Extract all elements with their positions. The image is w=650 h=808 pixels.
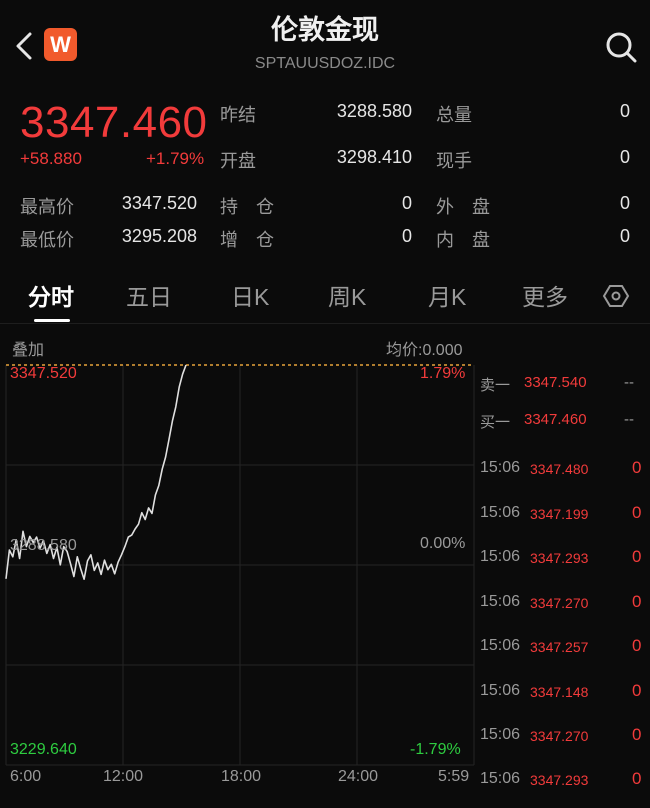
chart-tab-bar: 分时 五日 日K 周K 月K 更多 bbox=[0, 268, 650, 324]
search-icon bbox=[606, 32, 637, 63]
tick-volume: 0 bbox=[632, 769, 642, 788]
overlay-button[interactable]: 叠加 bbox=[12, 336, 44, 360]
tick-volume: 0 bbox=[632, 547, 642, 566]
tick-volume: 0 bbox=[632, 503, 642, 522]
search-button[interactable] bbox=[602, 28, 640, 66]
chart-high-price: 3347.520 bbox=[10, 365, 77, 382]
outer-volume-label: 外 盘 bbox=[436, 197, 490, 217]
chart-mid-percent: 0.00% bbox=[420, 535, 466, 552]
hexagon-settings-icon bbox=[602, 285, 630, 307]
tick-price: 3347.480 bbox=[530, 461, 589, 477]
time-tick-label: 24:00 bbox=[338, 768, 379, 785]
tick-price: 3347.199 bbox=[530, 506, 589, 522]
page-title: 伦敦金现 bbox=[271, 15, 379, 45]
inner-volume-value: 0 bbox=[619, 226, 630, 246]
open-value: 3298.410 bbox=[336, 147, 412, 167]
low-label: 最低价 bbox=[20, 230, 74, 250]
tick-volume: 0 bbox=[632, 592, 642, 611]
ask-volume: -- bbox=[624, 374, 634, 391]
instrument-code: SPTAUUSDOZ.IDC bbox=[254, 55, 396, 72]
high-value: 3347.520 bbox=[121, 193, 197, 213]
tick-price: 3347.293 bbox=[530, 772, 589, 788]
tab-daily-k[interactable]: 日K bbox=[231, 278, 269, 312]
tick-price: 3347.148 bbox=[530, 684, 589, 700]
chart-low-price: 3229.640 bbox=[10, 741, 77, 758]
tick-volume: 0 bbox=[632, 458, 642, 477]
last-price: 3347.460 bbox=[20, 98, 208, 147]
tick-time: 15:06 bbox=[480, 593, 521, 610]
inner-volume-label: 内 盘 bbox=[436, 230, 490, 250]
tab-weekly-k[interactable]: 周K bbox=[328, 278, 366, 312]
ask-label: 卖一 bbox=[480, 377, 511, 394]
prev-settle-value: 3288.580 bbox=[336, 101, 412, 121]
tick-time: 15:06 bbox=[480, 682, 521, 699]
average-price-label: 均价:0.000 bbox=[386, 342, 463, 359]
oi-change-value: 0 bbox=[401, 226, 412, 246]
prev-settle-label: 昨结 bbox=[220, 105, 256, 125]
ask-price: 3347.540 bbox=[524, 374, 587, 391]
time-tick-label: 6:00 bbox=[10, 768, 42, 785]
header-bar: W 伦敦金现 SPTAUUSDOZ.IDC bbox=[0, 0, 650, 86]
bid-volume: -- bbox=[624, 411, 634, 428]
active-tab-indicator bbox=[34, 319, 70, 322]
total-volume-label: 总量 bbox=[436, 105, 472, 125]
current-hand-value: 0 bbox=[619, 147, 630, 167]
intraday-chart[interactable] bbox=[0, 358, 476, 770]
tick-price: 3347.293 bbox=[530, 550, 589, 566]
current-hand-label: 现手 bbox=[436, 151, 472, 171]
low-value: 3295.208 bbox=[121, 226, 197, 246]
tick-time: 15:06 bbox=[480, 459, 521, 476]
tab-intraday[interactable]: 分时 bbox=[28, 278, 74, 312]
chart-mid-price: 3288.580 bbox=[10, 537, 77, 554]
tab-more[interactable]: 更多 bbox=[522, 278, 568, 312]
tick-volume: 0 bbox=[632, 681, 642, 700]
oi-change-label: 增 仓 bbox=[220, 230, 274, 250]
tick-price: 3347.270 bbox=[530, 595, 589, 611]
tab-monthly-k[interactable]: 月K bbox=[428, 278, 466, 312]
tick-price: 3347.257 bbox=[530, 639, 589, 655]
tick-time: 15:06 bbox=[480, 726, 521, 743]
price-change-percent: +1.79% bbox=[146, 149, 205, 168]
tick-price: 3347.270 bbox=[530, 728, 589, 744]
high-label: 最高价 bbox=[20, 197, 74, 217]
price-change: +58.880 bbox=[20, 149, 82, 168]
time-tick-label: 5:59 bbox=[438, 768, 470, 785]
chart-settings-button[interactable] bbox=[602, 282, 630, 310]
open-interest-label: 持 仓 bbox=[220, 197, 274, 217]
tick-volume: 0 bbox=[632, 725, 642, 744]
tick-time: 15:06 bbox=[480, 548, 521, 565]
open-label: 开盘 bbox=[220, 151, 256, 171]
total-volume-value: 0 bbox=[619, 101, 630, 121]
tick-time: 15:06 bbox=[480, 637, 521, 654]
chart-low-percent: -1.79% bbox=[410, 741, 461, 758]
time-tick-label: 18:00 bbox=[221, 768, 262, 785]
outer-volume-value: 0 bbox=[619, 193, 630, 213]
bid-price: 3347.460 bbox=[524, 411, 587, 428]
tick-time: 15:06 bbox=[480, 770, 521, 787]
tick-time: 15:06 bbox=[480, 504, 521, 521]
open-interest-value: 0 bbox=[401, 193, 412, 213]
bid-label: 买一 bbox=[480, 414, 511, 431]
chart-high-percent: 1.79% bbox=[420, 365, 466, 382]
tab-five-day[interactable]: 五日 bbox=[126, 278, 172, 312]
time-tick-label: 12:00 bbox=[103, 768, 144, 785]
tick-volume: 0 bbox=[632, 636, 642, 655]
